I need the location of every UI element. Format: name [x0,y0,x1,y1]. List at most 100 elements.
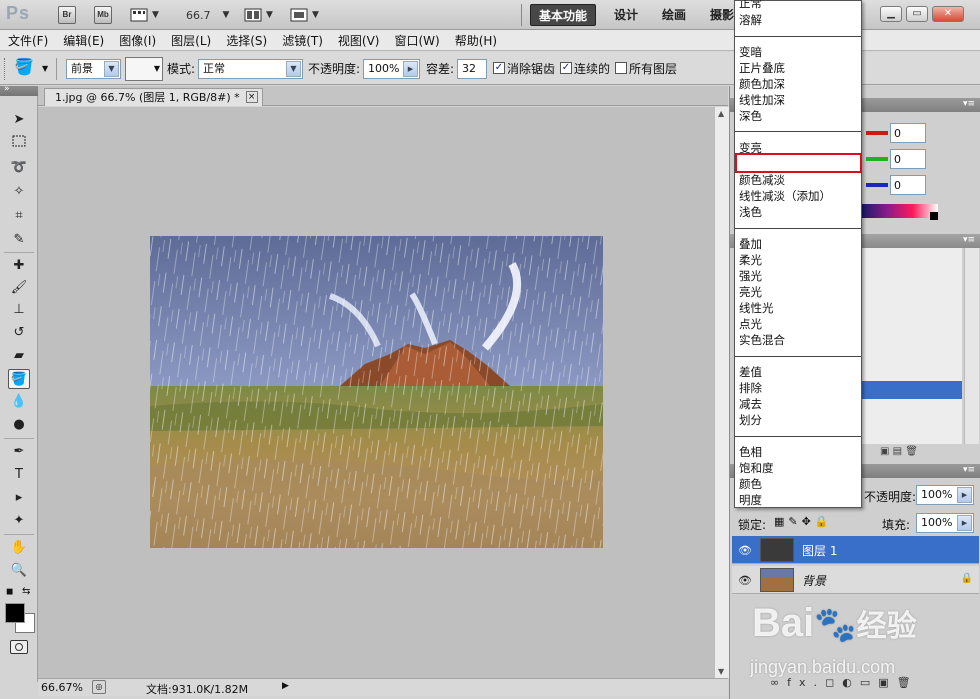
panel-menu-icon[interactable]: ▾≡ [963,99,975,109]
menu-edit[interactable]: 编辑(E) [63,32,104,49]
healing-brush-tool-icon[interactable]: ✚ [8,256,30,276]
view-extras-button[interactable]: ▼ [130,6,159,24]
custom-shape-tool-icon[interactable]: ✦ [8,511,30,531]
maximize-button[interactable]: ▭ [906,6,928,22]
lasso-tool-icon[interactable]: ➰ [8,158,30,178]
blend-option[interactable]: 饱和度 [739,460,774,476]
blend-option[interactable]: 亮光 [739,284,762,300]
blend-option[interactable]: 明度 [739,492,762,508]
move-tool-icon[interactable]: ➤ [8,110,30,130]
type-tool-icon[interactable]: T [8,465,30,485]
pen-tool-icon[interactable]: ✒ [8,442,30,462]
visibility-eye-icon[interactable]: 👁 [738,574,752,587]
blend-option[interactable]: 正常 [739,0,762,11]
workspace-painting[interactable]: 绘画 [654,4,694,26]
red-value-input[interactable]: 0 [890,123,926,143]
quick-mask-icon[interactable] [10,640,28,654]
menu-help[interactable]: 帮助(H) [455,32,497,49]
blur-tool-icon[interactable]: 💧 [8,392,30,412]
swap-colors-icon[interactable]: ⇆ [22,586,30,597]
eyedropper-tool-icon[interactable]: ✎ [8,230,30,250]
chevron-down-icon[interactable]: ▼ [42,64,48,73]
blue-value-input[interactable]: 0 [890,175,926,195]
marquee-tool-icon[interactable] [8,134,30,154]
vertical-scrollbar[interactable]: ▲ ▼ [714,107,729,678]
blend-option[interactable]: 深色 [739,108,762,124]
arrange-documents-button[interactable]: ▼ [244,6,273,24]
tolerance-input[interactable]: 32 [457,59,487,79]
blend-option[interactable]: 划分 [739,412,762,428]
blend-option[interactable]: 正片叠底 [739,60,785,76]
red-channel-bar[interactable] [866,131,888,135]
fill-source-select[interactable]: 前景 ▼ [66,59,121,79]
menu-image[interactable]: 图像(I) [119,32,156,49]
eraser-tool-icon[interactable]: ▰ [8,346,30,366]
path-selection-tool-icon[interactable]: ▸ [8,488,30,508]
foreground-color-swatch[interactable] [5,603,25,623]
layer-row-background[interactable]: 👁 背景 🔒 [732,566,979,594]
paint-bucket-preset-icon[interactable]: 🪣 [14,57,34,76]
blend-option[interactable]: 线性光 [739,300,774,316]
history-scrollbar[interactable] [964,248,979,444]
opacity-input[interactable]: 100% ▶ [363,59,420,79]
visibility-eye-icon[interactable]: 👁 [738,544,752,557]
ramp-black-swatch[interactable] [930,212,938,220]
hand-tool-icon[interactable]: ✋ [8,538,30,558]
zoom-tool-icon[interactable]: 🔍 [8,561,30,581]
close-tab-icon[interactable]: × [245,91,258,103]
workspace-essentials[interactable]: 基本功能 [530,4,597,26]
menu-file[interactable]: 文件(F) [8,32,48,49]
menu-view[interactable]: 视图(V) [338,32,380,49]
quick-selection-tool-icon[interactable]: ✧ [8,182,30,202]
layer-fill-input[interactable]: 100% ▶ [916,513,974,533]
dodge-tool-icon[interactable]: ● [8,415,30,435]
blend-option[interactable]: 线性加深 [739,92,785,108]
blend-option[interactable]: 颜色 [739,476,762,492]
blend-mode-list[interactable]: 正常 溶解 变暗 正片叠底 颜色加深 线性加深 深色 变亮 滤色 颜色减淡 线性… [734,0,862,508]
menu-window[interactable]: 窗口(W) [394,32,439,49]
clone-stamp-tool-icon[interactable]: ⊥ [8,300,30,320]
document-image[interactable] [150,236,603,548]
blend-option[interactable]: 实色混合 [739,332,785,348]
contiguous-checkbox[interactable]: ✓ [560,62,572,74]
blend-option[interactable]: 浅色 [739,204,762,220]
history-brush-tool-icon[interactable]: ↺ [8,323,30,343]
menu-layer[interactable]: 图层(L) [171,32,211,49]
green-value-input[interactable]: 0 [890,149,926,169]
pattern-picker[interactable]: ▼ [125,57,163,81]
layer-opacity-input[interactable]: 100% ▶ [916,485,974,505]
history-footer-icons[interactable]: ▣ ▤ 🗑 [880,446,918,457]
blend-option[interactable]: 溶解 [739,12,762,28]
mini-bridge-icon[interactable]: Mb [94,6,112,24]
antialias-checkbox[interactable]: ✓ [493,62,505,74]
blend-option[interactable]: 颜色加深 [739,76,785,92]
blend-option[interactable]: 差值 [739,364,762,380]
scroll-up-icon[interactable]: ▲ [718,109,724,118]
paint-bucket-tool-icon[interactable]: 🪣 [8,369,30,389]
blue-channel-bar[interactable] [866,183,888,187]
panel-menu-icon[interactable]: ▾≡ [963,465,975,475]
blend-option[interactable]: 减去 [739,396,762,412]
zoom-level-control[interactable]: 66.7 ▼ [186,6,229,24]
all-layers-checkbox[interactable] [615,62,627,74]
history-selected-state[interactable] [862,381,962,399]
blend-option[interactable]: 颜色减淡 [739,172,785,188]
blend-option[interactable]: 变暗 [739,44,762,60]
brush-tool-icon[interactable]: 🖌 [8,278,30,298]
menu-select[interactable]: 选择(S) [226,32,267,49]
status-menu-arrow-icon[interactable]: ▶ [282,681,289,691]
blend-option[interactable]: 排除 [739,380,762,396]
screen-mode-button[interactable]: ▼ [290,6,319,24]
status-options-icon[interactable]: ◎ [92,680,106,694]
mode-select[interactable]: 正常 ▼ [198,59,303,79]
status-zoom[interactable]: 66.67% [41,681,83,694]
blend-option[interactable]: 点光 [739,316,762,332]
menu-filter[interactable]: 滤镜(T) [282,32,323,49]
lock-options-icons[interactable]: ▦✎✥🔒 [774,515,833,528]
document-tab[interactable]: 1.jpg @ 66.7% (图层 1, RGB/8#) * × [44,88,263,106]
minimize-button[interactable]: ▁ [880,6,902,22]
layer-row-layer1[interactable]: 👁 图层 1 [732,536,979,564]
green-channel-bar[interactable] [866,157,888,161]
blend-option[interactable]: 强光 [739,268,762,284]
blend-option[interactable]: 线性减淡（添加） [739,188,831,204]
